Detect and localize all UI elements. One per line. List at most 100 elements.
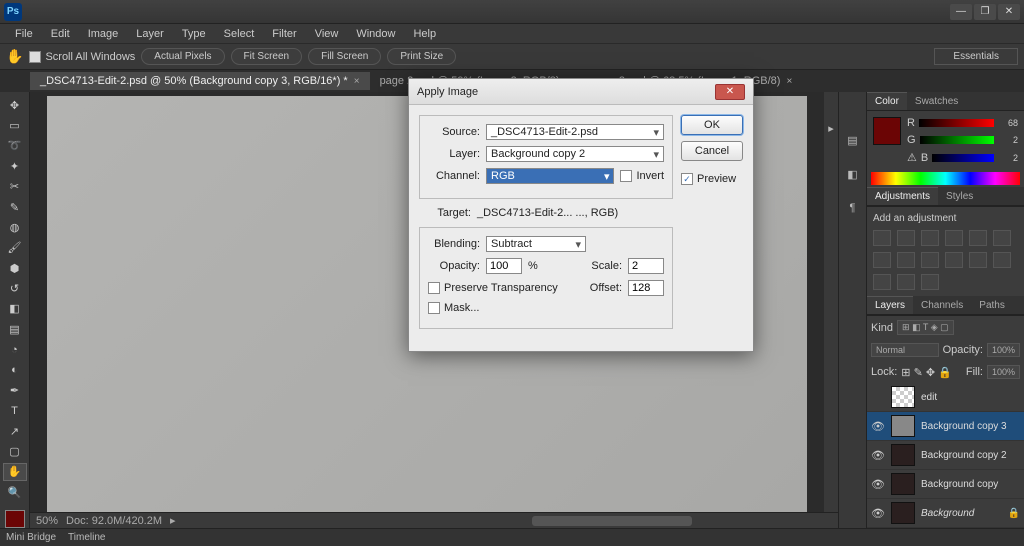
gradient-tool-icon[interactable]: ▤ xyxy=(3,320,27,338)
foreground-swatch[interactable] xyxy=(5,510,25,528)
menu-help[interactable]: Help xyxy=(404,26,445,42)
menu-type[interactable]: Type xyxy=(173,26,215,42)
layer-row[interactable]: 👁Background🔒 xyxy=(867,499,1024,528)
visibility-icon[interactable]: 👁 xyxy=(871,420,885,433)
close-icon[interactable]: × xyxy=(786,76,792,87)
heal-tool-icon[interactable]: ◍ xyxy=(3,218,27,236)
source-select[interactable]: _DSC4713-Edit-2.psd xyxy=(486,124,664,140)
maximize-button[interactable]: ❐ xyxy=(974,4,996,20)
shape-tool-icon[interactable]: ▢ xyxy=(3,442,27,460)
scroll-all-windows-checkbox[interactable]: Scroll All Windows xyxy=(29,51,135,63)
offset-input[interactable] xyxy=(628,280,664,296)
timeline-tab[interactable]: Timeline xyxy=(68,532,105,543)
layer-row[interactable]: 👁 Background copy 2 xyxy=(867,441,1024,470)
selective-color-icon[interactable] xyxy=(921,274,939,290)
tab-swatches[interactable]: Swatches xyxy=(907,93,966,110)
tab-adjustments[interactable]: Adjustments xyxy=(867,187,938,205)
tab-channels[interactable]: Channels xyxy=(913,297,971,314)
visibility-icon[interactable]: 👁 xyxy=(871,449,885,462)
b-slider[interactable] xyxy=(932,154,994,162)
fill-value[interactable]: 100% xyxy=(987,365,1020,379)
marquee-tool-icon[interactable]: ▭ xyxy=(3,116,27,134)
menu-layer[interactable]: Layer xyxy=(127,26,173,42)
channel-select[interactable]: RGB xyxy=(486,168,614,184)
zoom-level[interactable]: 50% xyxy=(36,515,58,527)
invert-checkbox[interactable] xyxy=(620,170,632,182)
layer-row[interactable]: 👁Background copy 3 xyxy=(867,412,1024,441)
tab-paths[interactable]: Paths xyxy=(971,297,1013,314)
color-ramp[interactable] xyxy=(871,172,1020,185)
preserve-checkbox[interactable] xyxy=(428,282,440,294)
opacity-input[interactable] xyxy=(486,258,522,274)
threshold-icon[interactable] xyxy=(873,274,891,290)
levels-icon[interactable] xyxy=(897,230,915,246)
actual-pixels-button[interactable]: Actual Pixels xyxy=(141,48,224,65)
opacity-value[interactable]: 100% xyxy=(987,343,1020,357)
wand-tool-icon[interactable]: ✦ xyxy=(3,157,27,175)
close-icon[interactable]: × xyxy=(354,76,360,87)
curves-icon[interactable] xyxy=(921,230,939,246)
play-icon[interactable]: ▸ xyxy=(170,514,176,527)
blend-mode-select[interactable]: Normal xyxy=(871,343,939,357)
crop-tool-icon[interactable]: ✂ xyxy=(3,178,27,196)
hand-tool-icon[interactable]: ✋ xyxy=(3,463,27,481)
visibility-icon[interactable]: 👁 xyxy=(871,507,885,520)
zoom-tool-icon[interactable]: 🔍 xyxy=(3,483,27,501)
menu-filter[interactable]: Filter xyxy=(263,26,305,42)
properties-panel-icon[interactable]: ◧ xyxy=(843,166,863,182)
layer-name[interactable]: Background xyxy=(921,508,1002,519)
visibility-icon[interactable]: 👁 xyxy=(871,478,885,491)
lasso-tool-icon[interactable]: ➰ xyxy=(3,137,27,155)
menu-image[interactable]: Image xyxy=(79,26,128,42)
pen-tool-icon[interactable]: ✒ xyxy=(3,381,27,399)
posterize-icon[interactable] xyxy=(993,252,1011,268)
mask-checkbox[interactable] xyxy=(428,302,440,314)
h-scrollbar[interactable] xyxy=(532,516,692,526)
stamp-tool-icon[interactable]: ⬢ xyxy=(3,259,27,277)
layer-row[interactable]: 👁Background copy xyxy=(867,470,1024,499)
color-swatch[interactable] xyxy=(873,117,901,145)
r-slider[interactable] xyxy=(919,119,994,127)
menu-view[interactable]: View xyxy=(306,26,348,42)
history-panel-icon[interactable]: ▤ xyxy=(843,132,863,148)
fit-screen-button[interactable]: Fit Screen xyxy=(231,48,303,65)
tab-color[interactable]: Color xyxy=(867,92,907,110)
menu-edit[interactable]: Edit xyxy=(42,26,79,42)
close-window-button[interactable]: ✕ xyxy=(998,4,1020,20)
expand-arrow-icon[interactable]: ▸ xyxy=(828,122,834,135)
invert-icon[interactable] xyxy=(969,252,987,268)
brush-tool-icon[interactable]: 🖌 xyxy=(3,239,27,257)
workspace-selector[interactable]: Essentials xyxy=(934,48,1018,65)
minimize-button[interactable]: — xyxy=(950,4,972,20)
blending-select[interactable]: Subtract xyxy=(486,236,586,252)
scale-input[interactable] xyxy=(628,258,664,274)
path-tool-icon[interactable]: ↗ xyxy=(3,422,27,440)
menu-window[interactable]: Window xyxy=(347,26,404,42)
dialog-close-button[interactable]: ✕ xyxy=(715,84,745,100)
menu-select[interactable]: Select xyxy=(215,26,264,42)
print-size-button[interactable]: Print Size xyxy=(387,48,456,65)
bw-icon[interactable] xyxy=(873,252,891,268)
eraser-tool-icon[interactable]: ◧ xyxy=(3,300,27,318)
dodge-tool-icon[interactable]: ◐ xyxy=(3,361,27,379)
history-brush-tool-icon[interactable]: ↺ xyxy=(3,279,27,297)
layer-select[interactable]: Background copy 2 xyxy=(486,146,664,162)
fill-screen-button[interactable]: Fill Screen xyxy=(308,48,381,65)
kind-filter[interactable]: ⊞ ◧ T ◈ ▢ xyxy=(897,320,954,335)
channel-mixer-icon[interactable] xyxy=(921,252,939,268)
lock-icons[interactable]: ⊞ ✎ ✥ 🔒 xyxy=(901,366,952,379)
layer-name[interactable]: Background copy 2 xyxy=(921,450,1020,461)
mini-bridge-tab[interactable]: Mini Bridge xyxy=(6,532,56,543)
gradient-map-icon[interactable] xyxy=(897,274,915,290)
preview-checkbox[interactable]: ✓ xyxy=(681,173,693,185)
color-lookup-icon[interactable] xyxy=(945,252,963,268)
photo-filter-icon[interactable] xyxy=(897,252,915,268)
tab-layers[interactable]: Layers xyxy=(867,296,913,314)
exposure-icon[interactable] xyxy=(945,230,963,246)
brightness-icon[interactable] xyxy=(873,230,891,246)
hue-icon[interactable] xyxy=(993,230,1011,246)
tab-styles[interactable]: Styles xyxy=(938,188,981,205)
vibrance-icon[interactable] xyxy=(969,230,987,246)
layer-row[interactable]: edit xyxy=(867,383,1024,412)
layer-name[interactable]: edit xyxy=(921,392,1020,403)
